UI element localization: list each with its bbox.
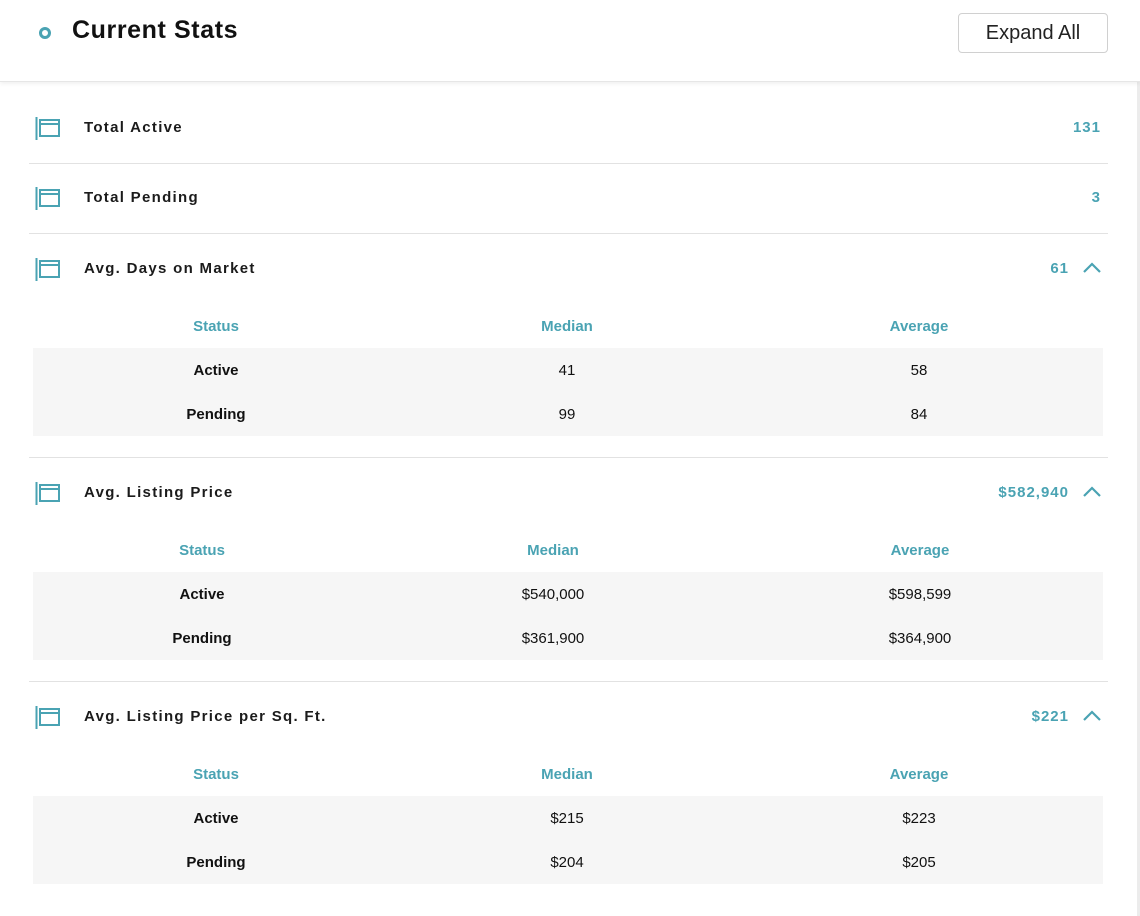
page-title: Current Stats [72, 16, 239, 44]
stat-label: Avg. Listing Price per Sq. Ft. [84, 708, 327, 725]
stat-avg-days-on-market: Avg. Days on Market 61 Status Median Ave… [29, 234, 1108, 436]
column-header-status: Status [193, 766, 239, 783]
table-row: Active $540,000 $598,599 [33, 572, 1103, 616]
table-body: Active $540,000 $598,599 Pending $361,90… [33, 572, 1103, 660]
cell-average: 84 [910, 406, 928, 423]
stat-value: 61 [1050, 260, 1069, 277]
table-row: Pending $361,900 $364,900 [33, 616, 1103, 660]
table-row: Pending 99 84 [33, 392, 1103, 436]
stat-row-header[interactable]: Total Active 131 [29, 93, 1108, 163]
stat-total-active: Total Active 131 [29, 93, 1108, 163]
table-header-row: Status Median Average [33, 752, 1103, 796]
chevron-up-icon[interactable] [1082, 485, 1102, 499]
stat-total-pending: Total Pending 3 [29, 163, 1108, 233]
cell-average: $598,599 [888, 586, 952, 603]
window-frame-icon [35, 258, 60, 281]
table-body: Active 41 58 Pending 99 84 [33, 348, 1103, 436]
cell-status: Active [179, 586, 225, 603]
column-header-median: Median [527, 542, 579, 559]
stat-avg-price-per-sqft: Avg. Listing Price per Sq. Ft. $221 Stat… [29, 682, 1108, 884]
cell-status: Active [193, 810, 239, 827]
chevron-up-icon[interactable] [1082, 261, 1102, 275]
stat-row-header[interactable]: Avg. Listing Price per Sq. Ft. $221 [29, 682, 1108, 752]
stat-value: $582,940 [998, 484, 1069, 501]
stat-breakdown-table: Status Median Average Active $540,000 $5… [33, 528, 1103, 660]
table-body: Active $215 $223 Pending $204 $205 [33, 796, 1103, 884]
column-header-median: Median [541, 318, 593, 335]
cell-status: Pending [172, 630, 232, 647]
stat-value: 3 [1091, 189, 1101, 206]
stat-row-header[interactable]: Avg. Listing Price $582,940 [29, 458, 1108, 528]
table-row: Active $215 $223 [33, 796, 1103, 840]
stat-label: Total Active [84, 119, 183, 136]
chevron-up-icon[interactable] [1082, 709, 1102, 723]
cell-status: Pending [186, 406, 246, 423]
column-header-status: Status [179, 542, 225, 559]
stat-breakdown-table: Status Median Average Active $215 $223 P… [33, 752, 1103, 884]
stat-avg-listing-price: Avg. Listing Price $582,940 Status Media… [29, 458, 1108, 660]
cell-median: $204 [550, 854, 584, 871]
stat-label: Avg. Listing Price [84, 484, 234, 501]
window-frame-icon [35, 482, 60, 505]
stat-value: 131 [1072, 119, 1101, 136]
column-header-status: Status [193, 318, 239, 335]
column-header-median: Median [541, 766, 593, 783]
expand-all-button[interactable]: Expand All [958, 13, 1108, 53]
cell-status: Active [193, 362, 239, 379]
cell-status: Pending [186, 854, 246, 871]
panel-header: Current Stats Expand All [0, 0, 1140, 82]
cell-median: $215 [550, 810, 584, 827]
circle-dot-icon [39, 27, 51, 39]
cell-average: $223 [902, 810, 936, 827]
cell-median: $540,000 [521, 586, 585, 603]
stat-label: Total Pending [84, 189, 199, 206]
table-row: Active 41 58 [33, 348, 1103, 392]
column-header-average: Average [889, 318, 949, 335]
column-header-average: Average [890, 542, 950, 559]
table-header-row: Status Median Average [33, 304, 1103, 348]
cell-median: $361,900 [521, 630, 585, 647]
stat-value: $221 [1031, 708, 1069, 725]
column-header-average: Average [889, 766, 949, 783]
window-frame-icon [35, 706, 60, 729]
stat-label: Avg. Days on Market [84, 260, 256, 277]
stat-breakdown-table: Status Median Average Active 41 58 Pendi… [33, 304, 1103, 436]
stat-row-header[interactable]: Total Pending 3 [29, 163, 1108, 233]
cell-median: 99 [558, 406, 576, 423]
cell-average: 58 [910, 362, 928, 379]
stat-row-header[interactable]: Avg. Days on Market 61 [29, 234, 1108, 304]
cell-median: 41 [558, 362, 576, 379]
table-row: Pending $204 $205 [33, 840, 1103, 884]
cell-average: $205 [902, 854, 936, 871]
table-header-row: Status Median Average [33, 528, 1103, 572]
cell-average: $364,900 [888, 630, 952, 647]
window-frame-icon [35, 117, 60, 140]
window-frame-icon [35, 187, 60, 210]
